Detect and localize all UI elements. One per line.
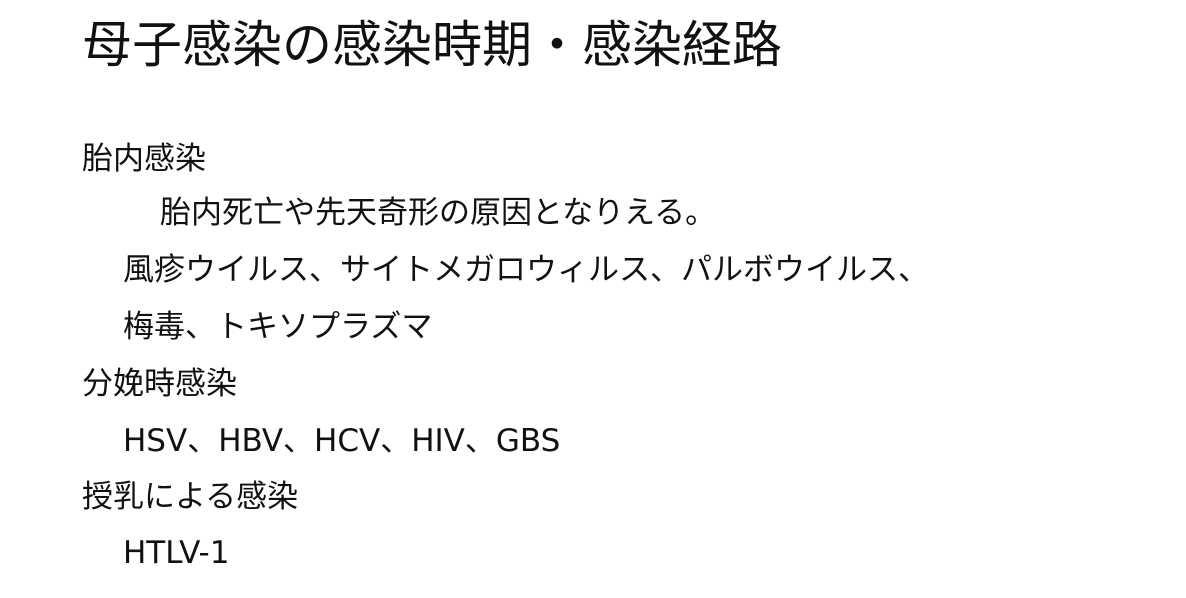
- intrauterine-description: 胎内死亡や先天奇形の原因となりえる。: [160, 195, 717, 231]
- breastfeeding-pathogens: HTLV-1: [123, 535, 230, 571]
- intrauterine-pathogens-line-2: 梅毒、トキソプラズマ: [123, 309, 433, 345]
- slide-title: 母子感染の感染時期・感染経路: [82, 16, 782, 74]
- heading-intrauterine-infection: 胎内感染: [82, 141, 206, 177]
- intrauterine-pathogens-line-1: 風疹ウイルス、サイトメガロウィルス、パルボウイルス、: [123, 252, 929, 288]
- heading-perinatal-infection: 分娩時感染: [82, 366, 237, 402]
- perinatal-pathogens: HSV、HBV、HCV、HIV、GBS: [123, 423, 561, 459]
- heading-breastfeeding-infection: 授乳による感染: [82, 479, 299, 515]
